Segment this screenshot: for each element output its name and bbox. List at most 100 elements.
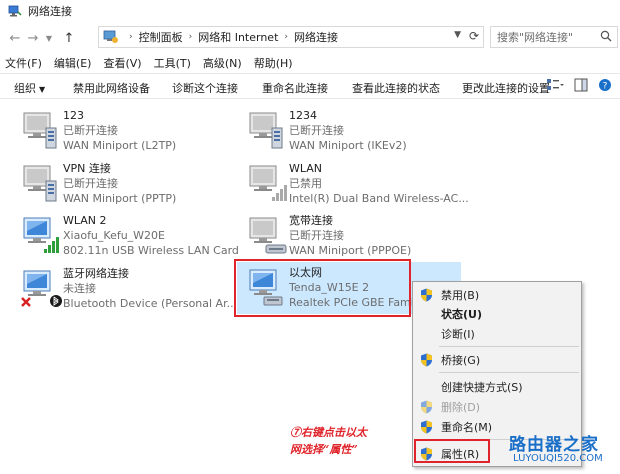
connection-device: WAN Miniport (IKEv2): [289, 139, 407, 152]
forward-button[interactable]: →: [24, 28, 42, 48]
search-placeholder: 搜索"网络连接": [497, 31, 574, 44]
ctx-status[interactable]: 状态(U): [413, 304, 581, 323]
ctx-create-shortcut-label: 创建快捷方式(S): [441, 380, 523, 394]
annotation-line-1: ⑦右键点击以太: [290, 426, 367, 439]
connection-name: WLAN 2: [63, 214, 107, 227]
uac-shield-icon: [421, 288, 432, 302]
menu-view[interactable]: 查看(V): [103, 55, 141, 71]
title-bar: 网络连接: [0, 0, 620, 22]
instruction-annotation: ⑦右键点击以太 网选择“属性”: [290, 424, 400, 458]
connection-status: Xiaofu_Kefu_W20E: [63, 229, 166, 242]
ctx-disable[interactable]: 禁用(B): [413, 285, 581, 304]
back-button[interactable]: ←: [6, 28, 24, 48]
uac-shield-icon: [421, 353, 432, 367]
connection-device: 802.11n USB Wireless LAN Card: [63, 244, 239, 257]
connection-status: 已断开连接: [289, 229, 344, 242]
svg-text:?: ?: [603, 82, 608, 92]
disable-device-button[interactable]: 禁用此网络设备: [73, 80, 150, 96]
connection-name: WLAN: [289, 162, 323, 175]
connection-name: 蓝牙网络连接: [63, 267, 129, 280]
breadcrumb-control-panel[interactable]: 控制面板: [139, 29, 183, 45]
view-status-button[interactable]: 查看此连接的状态: [352, 80, 440, 96]
chevron-down-icon: ▼: [45, 33, 53, 43]
ctx-bridge[interactable]: 桥接(G): [413, 350, 581, 369]
menu-bar: 文件(F) 编辑(E) 查看(V) 工具(T) 高级(N) 帮助(H): [0, 54, 620, 72]
menu-advanced[interactable]: 高级(N): [203, 55, 242, 71]
view-layout-icon[interactable]: [546, 78, 564, 92]
annotation-line-2: 网选择“属性”: [290, 443, 358, 456]
connection-status: 已断开连接: [63, 177, 118, 190]
vpn-connection-icon: [16, 110, 62, 152]
connection-device: WAN Miniport (PPTP): [63, 192, 177, 205]
diagnose-connection-button[interactable]: 诊断这个连接: [172, 80, 238, 96]
rename-connection-button[interactable]: 重命名此连接: [262, 80, 328, 96]
connection-item-broadband[interactable]: 宽带连接 已断开连接 WAN Miniport (PPPOE): [234, 211, 450, 259]
ctx-create-shortcut[interactable]: 创建快捷方式(S): [413, 377, 581, 396]
watermark-sub: LUYOUQI520.COM: [513, 453, 603, 464]
watermark-main: 路由器之家: [509, 435, 599, 455]
navigation-row: ← → ▼ ↑ › 控制面板 › 网络和 Internet › 网络连接 ▼ ⟳…: [0, 25, 620, 51]
connection-item-wlan[interactable]: WLAN 已禁用 Intel(R) Dual Band Wireless-AC.…: [234, 159, 469, 207]
help-icon[interactable]: ?: [598, 78, 612, 92]
refresh-icon[interactable]: ⟳: [469, 29, 479, 43]
wireless-disabled-icon: [242, 163, 287, 201]
ctx-delete[interactable]: 删除(D): [413, 397, 581, 416]
connection-name: 1234: [289, 109, 317, 122]
uac-shield-icon: [421, 400, 432, 414]
connection-item-1234[interactable]: 1234 已断开连接 WAN Miniport (IKEv2): [234, 106, 450, 154]
arrow-up-icon: ↑: [63, 30, 75, 46]
connection-status: 已断开连接: [289, 124, 344, 137]
ctx-rename-label: 重命名(M): [441, 420, 493, 434]
breadcrumb-separator-icon: ›: [129, 32, 133, 42]
change-settings-button[interactable]: 更改此连接的设置: [462, 80, 550, 96]
connection-item-wlan2[interactable]: WLAN 2 Xiaofu_Kefu_W20E 802.11n USB Wire…: [8, 211, 239, 259]
connection-device: WAN Miniport (PPPOE): [289, 244, 412, 257]
breadcrumb-separator-icon: ›: [284, 32, 289, 42]
menu-file[interactable]: 文件(F): [5, 55, 42, 71]
wireless-connected-icon: [16, 215, 59, 253]
broadband-connection-icon: [242, 215, 287, 254]
arrow-left-icon: ←: [9, 30, 21, 46]
ctx-bridge-label: 桥接(G): [441, 353, 481, 367]
connection-item-vpn[interactable]: VPN 连接 已断开连接 WAN Miniport (PPTP): [8, 159, 224, 207]
breadcrumb-network-connections[interactable]: 网络连接: [294, 29, 338, 45]
ethernet-highlight-box: [234, 259, 411, 317]
menu-tools[interactable]: 工具(T): [154, 55, 191, 71]
menu-edit[interactable]: 编辑(E): [54, 55, 92, 71]
ctx-diagnose-label: 诊断(I): [441, 327, 475, 341]
connection-status: 已断开连接: [63, 124, 118, 137]
preview-pane-icon[interactable]: [574, 78, 588, 92]
search-icon: [600, 30, 612, 42]
ctx-status-label: 状态(U): [441, 307, 482, 321]
address-dropdown-icon[interactable]: ▼: [454, 30, 461, 40]
organize-label: 组织: [14, 82, 36, 95]
ctx-delete-label: 删除(D): [441, 400, 481, 414]
address-bar[interactable]: › 控制面板 › 网络和 Internet › 网络连接 ▼ ⟳: [98, 26, 484, 48]
chevron-down-icon: ▼: [39, 85, 46, 94]
menu-separator: [439, 372, 579, 373]
connection-status: 已禁用: [289, 177, 322, 190]
network-connections-icon: [8, 5, 22, 17]
connection-item-123[interactable]: 123 已断开连接 WAN Miniport (L2TP): [8, 106, 224, 154]
connection-device: WAN Miniport (L2TP): [63, 139, 177, 152]
ctx-disable-label: 禁用(B): [441, 288, 480, 302]
recent-locations-button[interactable]: ▼: [42, 28, 56, 48]
connection-item-bluetooth[interactable]: 蓝牙网络连接 未连接 Bluetooth Device (Personal Ar…: [8, 264, 237, 312]
arrow-right-icon: →: [27, 30, 39, 46]
up-button[interactable]: ↑: [60, 28, 78, 48]
view-options: ?: [546, 78, 612, 92]
menu-help[interactable]: 帮助(H): [254, 55, 293, 71]
command-bar: 组织 ▼ 禁用此网络设备 诊断这个连接 重命名此连接 查看此连接的状态 更改此连接…: [0, 73, 620, 99]
ctx-diagnose[interactable]: 诊断(I): [413, 324, 581, 343]
search-input[interactable]: 搜索"网络连接": [490, 26, 618, 48]
connection-name: 宽带连接: [289, 214, 333, 227]
control-panel-icon: [103, 30, 118, 43]
connection-status: 未连接: [63, 282, 96, 295]
connection-name: VPN 连接: [63, 162, 111, 175]
breadcrumb-network-internet[interactable]: 网络和 Internet: [198, 29, 278, 45]
breadcrumb-separator-icon: ›: [188, 32, 193, 42]
connection-device: Intel(R) Dual Band Wireless-AC...: [289, 192, 469, 205]
organize-button[interactable]: 组织 ▼: [14, 80, 45, 96]
vpn-connection-icon: [242, 110, 288, 152]
uac-shield-icon: [421, 420, 432, 434]
